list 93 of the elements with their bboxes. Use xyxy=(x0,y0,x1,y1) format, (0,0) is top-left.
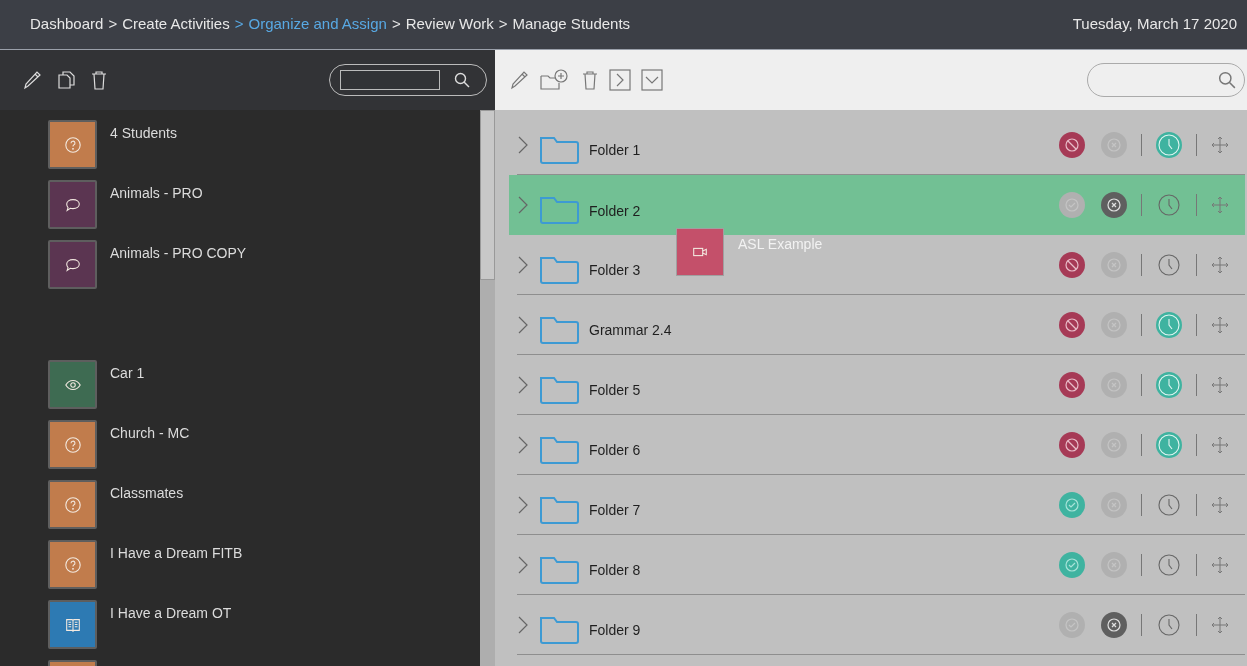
folder-icon xyxy=(539,374,579,405)
blocked-status-icon[interactable] xyxy=(1059,371,1085,398)
folder-name: Folder 2 xyxy=(589,201,641,221)
move-icon[interactable] xyxy=(1211,315,1229,334)
breadcrumb-separator: > xyxy=(234,14,244,35)
breadcrumb-link[interactable]: Dashboard xyxy=(30,13,104,36)
folder-name: Folder 7 xyxy=(589,501,641,520)
move-icon[interactable] xyxy=(1211,435,1229,454)
folder-name: Folder 6 xyxy=(589,441,641,460)
clock-icon[interactable] xyxy=(1156,192,1182,218)
clock-icon[interactable] xyxy=(1156,131,1182,158)
search-icon[interactable] xyxy=(454,72,470,88)
chevron-right-icon[interactable] xyxy=(517,554,529,575)
activity-title[interactable]: 4 Students xyxy=(110,123,177,144)
activity-title[interactable]: I Have a Dream FITB xyxy=(110,543,243,564)
activity-title[interactable]: I Have a Dream OT xyxy=(110,603,232,624)
activity-title[interactable]: Classmates xyxy=(110,483,184,504)
activity-title[interactable]: Animals - PRO COPY xyxy=(110,243,247,264)
blocked-status-icon[interactable] xyxy=(1059,431,1085,458)
blocked-status-icon[interactable] xyxy=(1059,251,1085,278)
copy-icon[interactable] xyxy=(56,69,76,91)
close-status-icon[interactable] xyxy=(1101,192,1127,218)
breadcrumb-link[interactable]: Review Work xyxy=(405,13,494,36)
folder-name: Folder 3 xyxy=(589,261,641,280)
folder-row[interactable]: Folder 8 xyxy=(517,535,1245,595)
folder-row[interactable]: Folder 6 xyxy=(517,415,1245,475)
activity-title[interactable]: Car 1 xyxy=(110,363,145,384)
folder-row[interactable]: Folder 2 xyxy=(509,175,1245,235)
clock-icon[interactable] xyxy=(1156,251,1182,278)
folder-name: Folder 1 xyxy=(589,141,641,160)
scrollbar[interactable] xyxy=(480,110,495,666)
folder-icon xyxy=(539,254,579,285)
close-status-icon[interactable] xyxy=(1101,611,1127,638)
breadcrumb-separator: > xyxy=(391,14,401,35)
folder-name: Folder 5 xyxy=(589,381,641,400)
expand-all-icon[interactable] xyxy=(609,69,631,91)
move-icon[interactable] xyxy=(1211,555,1229,574)
clock-icon[interactable] xyxy=(1156,611,1182,638)
chevron-right-icon[interactable] xyxy=(517,134,529,155)
clock-icon[interactable] xyxy=(1156,431,1182,458)
chevron-right-icon[interactable] xyxy=(517,434,529,455)
move-icon[interactable] xyxy=(1211,495,1229,514)
move-icon[interactable] xyxy=(1211,196,1229,214)
pencil-icon[interactable] xyxy=(22,69,42,91)
folder-icon xyxy=(539,134,579,165)
question-icon xyxy=(63,435,82,454)
date-label: Tuesday, March 17 2020 xyxy=(1072,14,1237,35)
folder-name: Grammar 2.4 xyxy=(589,321,672,340)
breadcrumb-link[interactable]: Manage Students xyxy=(512,13,631,36)
move-icon[interactable] xyxy=(1211,135,1229,154)
folder-row[interactable]: Folder 5 xyxy=(517,355,1245,415)
folder-icon xyxy=(539,434,579,465)
chevron-right-icon[interactable] xyxy=(517,374,529,395)
folder-row[interactable]: Folder 7 xyxy=(517,475,1245,535)
blocked-status-icon[interactable] xyxy=(1059,131,1085,158)
check-status-icon[interactable] xyxy=(1059,192,1085,218)
chevron-right-icon[interactable] xyxy=(517,195,529,215)
activity-title[interactable]: Animals - PRO xyxy=(110,183,203,204)
folder-icon xyxy=(539,614,579,645)
folder-name: Folder 8 xyxy=(589,561,641,580)
folder-icon xyxy=(539,195,579,225)
add-folder-icon[interactable] xyxy=(539,68,571,92)
chevron-right-icon[interactable] xyxy=(517,314,529,335)
folder-icon xyxy=(539,554,579,585)
folder-row[interactable]: Folder 9 xyxy=(517,595,1245,655)
folder-icon xyxy=(539,494,579,525)
move-icon[interactable] xyxy=(1211,255,1229,274)
breadcrumb-separator: > xyxy=(498,14,508,35)
breadcrumb-link[interactable]: Create Activities xyxy=(122,13,230,36)
folder-icon xyxy=(539,314,579,345)
dragged-activity-tile[interactable] xyxy=(676,228,724,276)
chevron-right-icon[interactable] xyxy=(517,614,529,635)
chevron-right-icon[interactable] xyxy=(517,254,529,275)
activity-title[interactable]: Church - MC xyxy=(110,423,190,444)
check-status-icon[interactable] xyxy=(1059,551,1085,578)
check-status-icon[interactable] xyxy=(1059,491,1085,518)
trash-icon[interactable] xyxy=(90,69,108,91)
question-icon xyxy=(63,135,82,154)
folder-row[interactable]: Grammar 2.4 xyxy=(517,295,1245,355)
collapse-all-icon[interactable] xyxy=(641,69,663,91)
folder-name: Folder 9 xyxy=(589,621,641,640)
question-icon xyxy=(63,555,82,574)
clock-icon[interactable] xyxy=(1156,551,1182,578)
clock-icon[interactable] xyxy=(1156,371,1182,398)
chevron-right-icon[interactable] xyxy=(517,494,529,515)
move-icon[interactable] xyxy=(1211,615,1229,634)
clock-icon[interactable] xyxy=(1156,491,1182,518)
breadcrumb-link[interactable]: Organize and Assign xyxy=(248,13,387,36)
breadcrumb-separator: > xyxy=(108,14,118,35)
move-icon[interactable] xyxy=(1211,375,1229,394)
clock-icon[interactable] xyxy=(1156,311,1182,338)
blocked-status-icon[interactable] xyxy=(1059,311,1085,338)
question-icon xyxy=(63,495,82,514)
